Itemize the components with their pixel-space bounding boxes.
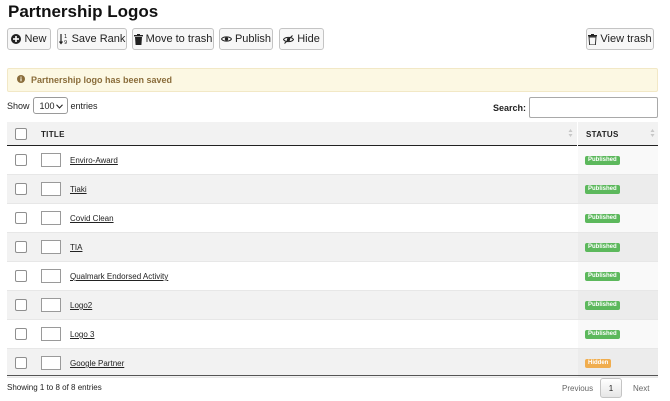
- table-row: Qualmark Endorsed Activity Published: [7, 262, 658, 291]
- trash-icon: [133, 33, 143, 45]
- search-label: Search:: [492, 102, 526, 113]
- info-circle-icon: [17, 75, 25, 85]
- logo-thumbnail: [41, 327, 61, 341]
- table-row: Google Partner Hidden: [7, 349, 658, 378]
- view-trash-button[interactable]: View trash: [586, 28, 654, 50]
- logos-table: TITLE STATUS Enviro-Award Published Tiaki P…: [7, 122, 658, 378]
- logo-thumbnail: [41, 269, 61, 283]
- hide-button[interactable]: Hide: [279, 28, 324, 50]
- row-checkbox[interactable]: [15, 328, 27, 340]
- table-row: Enviro-Award Published: [7, 146, 658, 175]
- row-title-link[interactable]: Logo2: [70, 301, 92, 310]
- row-checkbox[interactable]: [15, 154, 27, 166]
- logo-thumbnail: [41, 298, 61, 312]
- view-trash-label: View trash: [600, 33, 652, 45]
- table-header: TITLE STATUS: [7, 122, 658, 146]
- move-to-trash-button[interactable]: Move to trash: [132, 28, 214, 50]
- publish-button[interactable]: Publish: [219, 28, 273, 50]
- row-checkbox[interactable]: [15, 270, 27, 282]
- save-rank-label: Save Rank: [71, 33, 126, 45]
- page-1-button[interactable]: 1: [600, 378, 622, 398]
- logo-thumbnail: [41, 182, 61, 196]
- row-title-link[interactable]: Tiaki: [70, 185, 87, 194]
- alert-message: Partnership logo has been saved: [31, 75, 173, 85]
- success-alert: Partnership logo has been saved: [7, 68, 658, 92]
- plus-circle-icon: [11, 34, 22, 44]
- publish-label: Publish: [234, 33, 272, 45]
- entries-label: entries: [70, 100, 98, 111]
- table-footer-divider: [7, 375, 658, 376]
- row-checkbox[interactable]: [15, 241, 27, 253]
- row-checkbox[interactable]: [15, 183, 27, 195]
- hide-label: Hide: [297, 33, 320, 45]
- row-title-link[interactable]: Google Partner: [70, 359, 124, 368]
- page-title: Partnership Logos: [8, 2, 159, 21]
- logo-thumbnail: [41, 211, 61, 225]
- status-badge: Published: [585, 301, 620, 310]
- new-button[interactable]: New: [7, 28, 51, 50]
- search-input[interactable]: [529, 97, 658, 118]
- logo-thumbnail: [41, 153, 61, 167]
- eye-icon: [220, 35, 232, 43]
- row-title-link[interactable]: Logo 3: [70, 330, 94, 339]
- next-page-button[interactable]: Next: [633, 384, 649, 393]
- row-checkbox[interactable]: [15, 299, 27, 311]
- row-title-link[interactable]: Covid Clean: [70, 214, 114, 223]
- previous-page-button[interactable]: Previous: [562, 384, 593, 393]
- toolbar: New 19 Save Rank Move to trash Publish H…: [7, 28, 657, 50]
- status-badge: Published: [585, 156, 620, 165]
- row-title-link[interactable]: Enviro-Award: [70, 156, 118, 165]
- new-button-label: New: [24, 33, 47, 45]
- column-divider: [577, 122, 578, 146]
- sort-icon: [650, 128, 655, 140]
- table-row: Logo2 Published: [7, 291, 658, 320]
- table-row: TIA Published: [7, 233, 658, 262]
- logo-thumbnail: [41, 240, 61, 254]
- eye-slash-icon: [283, 34, 295, 44]
- status-badge: Published: [585, 243, 620, 252]
- svg-text:9: 9: [64, 40, 67, 45]
- row-checkbox[interactable]: [15, 212, 27, 224]
- status-badge: Published: [585, 185, 620, 194]
- table-info: Showing 1 to 8 of 8 entries: [7, 383, 102, 392]
- table-body: Enviro-Award Published Tiaki Published Covid…: [7, 146, 658, 378]
- status-badge: Published: [585, 330, 620, 339]
- status-badge: Hidden: [585, 359, 612, 368]
- table-row: Tiaki Published: [7, 175, 658, 204]
- entries-select-value: 100: [39, 100, 55, 111]
- sort-icon: [568, 128, 573, 140]
- row-title-link[interactable]: Qualmark Endorsed Activity: [70, 272, 168, 281]
- table-row: Logo 3 Published: [7, 320, 658, 349]
- status-badge: Published: [585, 272, 620, 281]
- page-length-control: Show 100 entries: [7, 97, 98, 114]
- logo-thumbnail: [41, 356, 61, 370]
- column-header-status[interactable]: STATUS: [586, 130, 619, 139]
- search-control: Search:: [493, 97, 658, 118]
- trash-icon: [588, 33, 598, 45]
- column-header-title[interactable]: TITLE: [41, 130, 65, 139]
- sort-numeric-icon: 19: [58, 33, 69, 45]
- select-all-checkbox[interactable]: [15, 128, 27, 140]
- table-row: Covid Clean Published: [7, 204, 658, 233]
- status-badge: Published: [585, 214, 620, 223]
- entries-select[interactable]: 100: [32, 97, 68, 114]
- save-rank-button[interactable]: 19 Save Rank: [57, 28, 127, 50]
- show-label: Show: [7, 100, 30, 111]
- row-checkbox[interactable]: [15, 357, 27, 369]
- row-title-link[interactable]: TIA: [70, 243, 82, 252]
- chevron-down-icon: [55, 101, 63, 111]
- move-to-trash-label: Move to trash: [145, 33, 213, 45]
